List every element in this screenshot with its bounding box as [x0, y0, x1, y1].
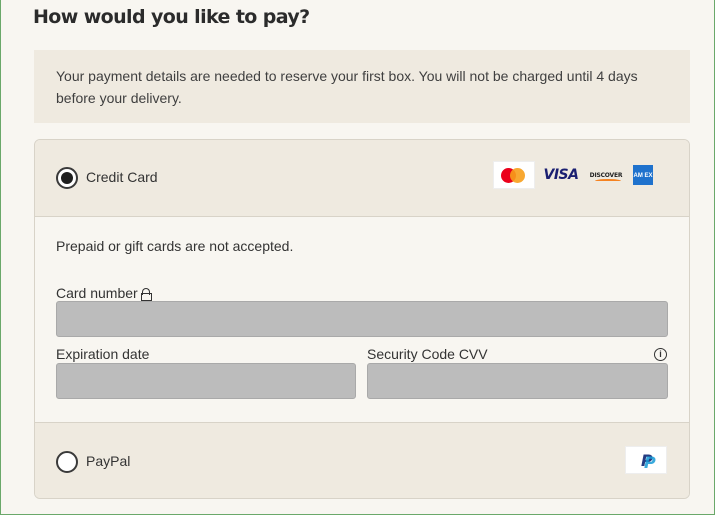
payment-notice: Your payment details are needed to reser…: [34, 50, 690, 123]
card-number-label-text: Card number: [56, 285, 138, 301]
card-number-label: Card number: [56, 285, 152, 301]
paypal-label[interactable]: PayPal: [86, 453, 130, 469]
expiration-date-label: Expiration date: [56, 346, 150, 362]
mastercard-icon: [493, 161, 535, 189]
payment-page: How would you like to pay? Your payment …: [0, 0, 715, 515]
paypal-option[interactable]: PayPal PP: [35, 422, 689, 498]
security-code-label: Security Code CVV: [367, 346, 488, 362]
page-title: How would you like to pay?: [33, 6, 310, 28]
lock-icon: [140, 288, 152, 301]
card-logos: VISA DISCOVER AM EX: [493, 161, 653, 189]
credit-card-radio[interactable]: [56, 167, 78, 189]
amex-icon: AM EX: [633, 165, 653, 185]
card-number-input[interactable]: [56, 301, 668, 337]
payment-methods: Credit Card VISA DISCOVER AM EX Prepaid …: [34, 139, 690, 499]
credit-card-label[interactable]: Credit Card: [86, 169, 158, 185]
credit-card-option[interactable]: Credit Card VISA DISCOVER AM EX: [35, 140, 689, 217]
card-restriction-note: Prepaid or gift cards are not accepted.: [56, 238, 294, 254]
expiration-date-input[interactable]: [56, 363, 356, 399]
security-code-input[interactable]: [367, 363, 668, 399]
paypal-radio[interactable]: [56, 451, 78, 473]
paypal-icon: PP: [625, 446, 667, 474]
discover-icon: DISCOVER: [587, 164, 625, 186]
info-icon[interactable]: i: [654, 348, 667, 361]
discover-logo-text: DISCOVER: [589, 171, 623, 179]
visa-icon: VISA: [543, 167, 579, 183]
